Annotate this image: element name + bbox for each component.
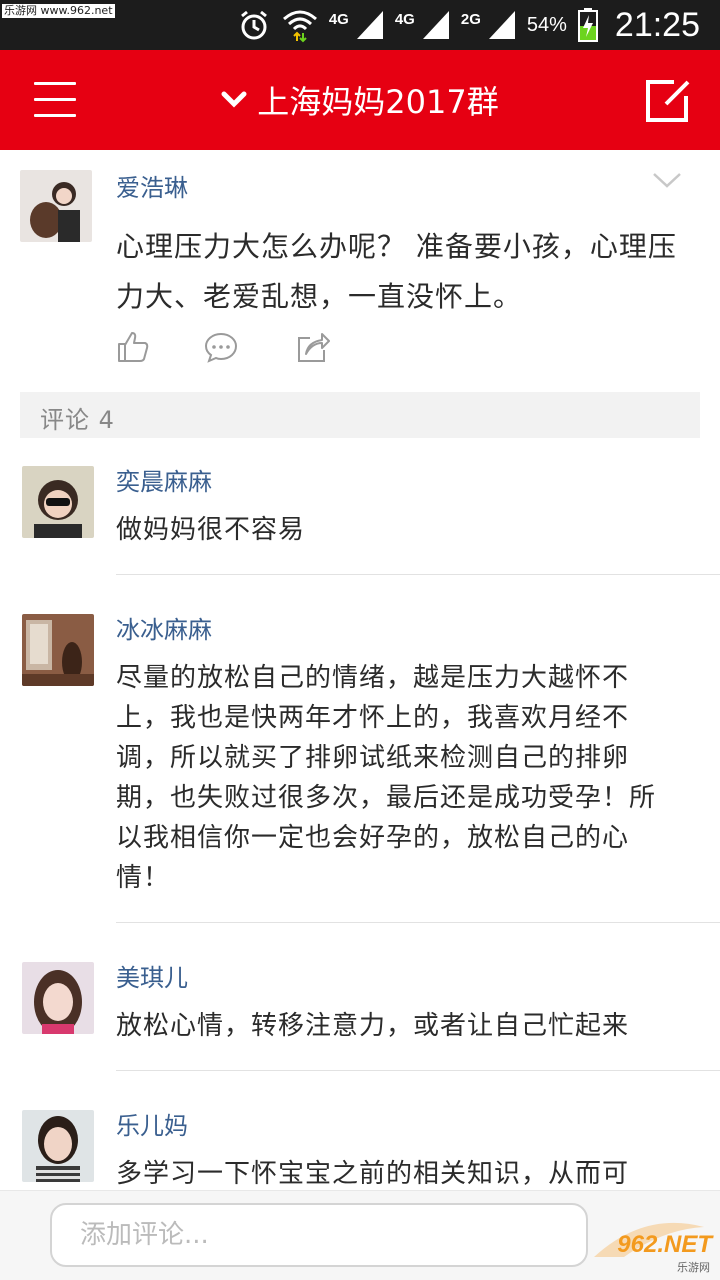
comment-text: 放松心情，转移注意力，或者让自己忙起来 — [116, 1011, 630, 1041]
divider — [116, 574, 720, 575]
status-bar: 乐游网 www.962.net 4G 4G 2G 54% 21:25 — [0, 0, 720, 50]
comments-header: 评论 4 — [20, 392, 700, 438]
signal-icon-3 — [487, 9, 517, 41]
signal-icon — [355, 9, 385, 41]
group-title-dropdown[interactable]: 上海妈妈2017群 — [0, 50, 720, 150]
divider — [116, 922, 720, 923]
comment-author[interactable]: 美琪儿 — [116, 958, 188, 993]
post-text: 心理压力大怎么办呢？ 准备要小孩，心理压力大、老爱乱想，一直没怀上。 — [116, 230, 677, 313]
battery-percent: 54% — [526, 13, 567, 36]
compose-icon[interactable] — [644, 78, 692, 124]
site-logo-subtext: 乐游网 — [677, 1261, 710, 1274]
status-icons: 4G 4G 2G 54% 21:25 — [237, 0, 700, 50]
comment-author[interactable]: 冰冰麻麻 — [116, 610, 212, 645]
comment-author[interactable]: 乐儿妈 — [116, 1106, 188, 1141]
page-title: 上海妈妈2017群 — [257, 83, 499, 121]
network-type-1: 4G — [328, 10, 349, 28]
battery-icon — [577, 7, 599, 43]
clock: 21:25 — [614, 5, 700, 44]
post-actions — [116, 330, 356, 364]
signal-icon-2 — [421, 9, 451, 41]
network-type-3: 2G — [460, 10, 481, 28]
avatar[interactable] — [22, 466, 94, 538]
avatar[interactable] — [22, 1110, 94, 1182]
site-logo-text: 962.NET — [617, 1231, 712, 1258]
comment-icon[interactable] — [204, 330, 238, 364]
avatar[interactable] — [22, 614, 94, 686]
wifi-icon — [281, 7, 319, 43]
post-author[interactable]: 爱浩琳 — [116, 168, 188, 203]
share-icon[interactable] — [296, 330, 330, 364]
comment-input[interactable] — [50, 1203, 588, 1267]
avatar[interactable] — [22, 962, 94, 1034]
comment-input-bar: 962.NET 乐游网 — [0, 1190, 720, 1280]
site-watermark: 乐游网 www.962.net — [2, 4, 115, 18]
avatar[interactable] — [20, 170, 92, 242]
divider — [116, 1070, 720, 1071]
comments-count: 评论 4 — [40, 406, 115, 434]
chevron-down-icon[interactable] — [652, 170, 682, 190]
comment-text: 做妈妈很不容易 — [116, 515, 306, 545]
comment-text: 多学习一下怀宝宝之前的相关知识，从而可 — [116, 1159, 630, 1189]
app-bar: 上海妈妈2017群 — [0, 50, 720, 150]
alarm-icon — [237, 8, 271, 42]
comment-author[interactable]: 奕晨麻麻 — [116, 462, 212, 497]
chevron-down-icon — [221, 91, 247, 108]
like-icon[interactable] — [116, 330, 150, 364]
comment-text: 尽量的放松自己的情绪，越是压力大越怀不上，我也是快两年才怀上的，我喜欢月经不调，… — [116, 663, 657, 893]
network-type-2: 4G — [394, 10, 415, 28]
